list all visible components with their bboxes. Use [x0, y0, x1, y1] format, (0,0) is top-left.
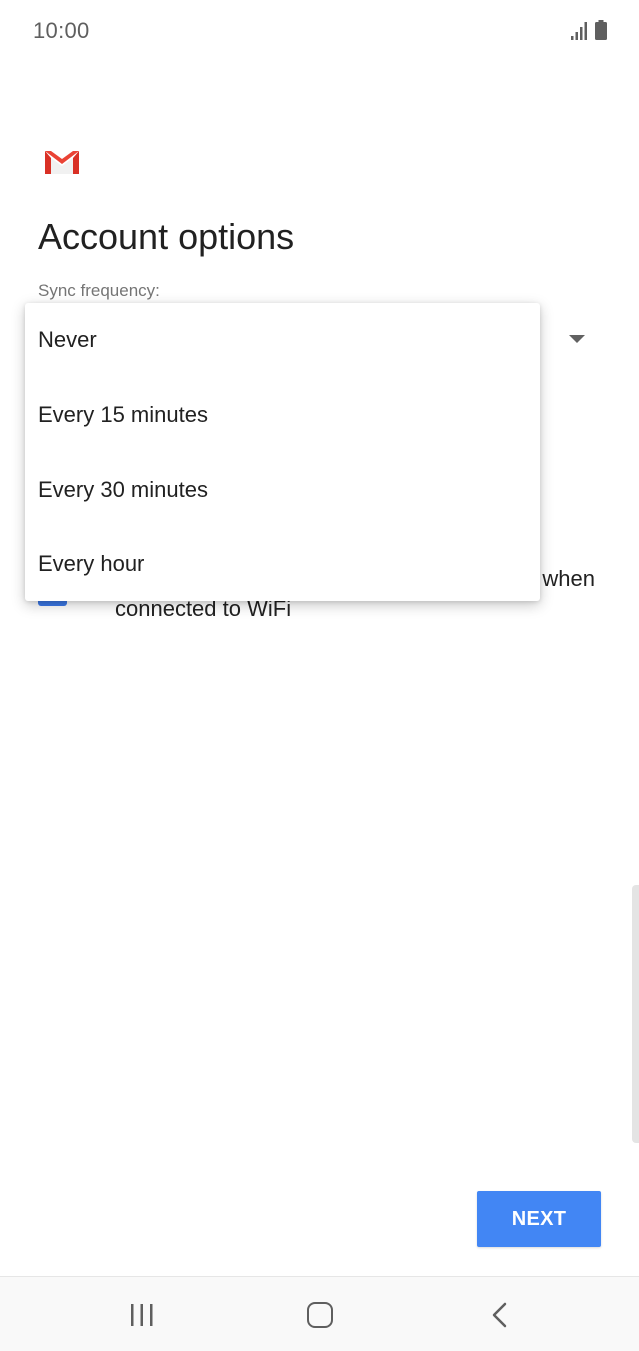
home-icon[interactable] [307, 1302, 333, 1328]
next-button[interactable]: NEXT [477, 1191, 601, 1247]
dropdown-option-never[interactable]: Never [25, 303, 540, 377]
sync-frequency-dropdown: Never Every 15 minutes Every 30 minutes … [25, 303, 540, 601]
dropdown-arrow-icon[interactable] [569, 335, 585, 343]
battery-icon [595, 20, 607, 40]
dropdown-option-every-30-minutes[interactable]: Every 30 minutes [25, 453, 540, 527]
gmail-icon [45, 151, 79, 174]
sync-frequency-label: Sync frequency: [38, 281, 160, 300]
status-time: 10:00 [33, 18, 90, 43]
navigation-bar [0, 1276, 639, 1351]
page-title: Account options [38, 216, 295, 257]
scrollbar[interactable] [632, 885, 639, 1143]
dropdown-option-every-15-minutes[interactable]: Every 15 minutes [25, 378, 540, 452]
signal-icon [571, 22, 587, 40]
status-icons [571, 20, 607, 40]
status-bar: 10:00 [0, 0, 639, 62]
back-icon[interactable] [489, 1302, 511, 1328]
dropdown-option-every-hour[interactable]: Every hour [25, 527, 540, 601]
recents-icon[interactable] [128, 1304, 156, 1326]
